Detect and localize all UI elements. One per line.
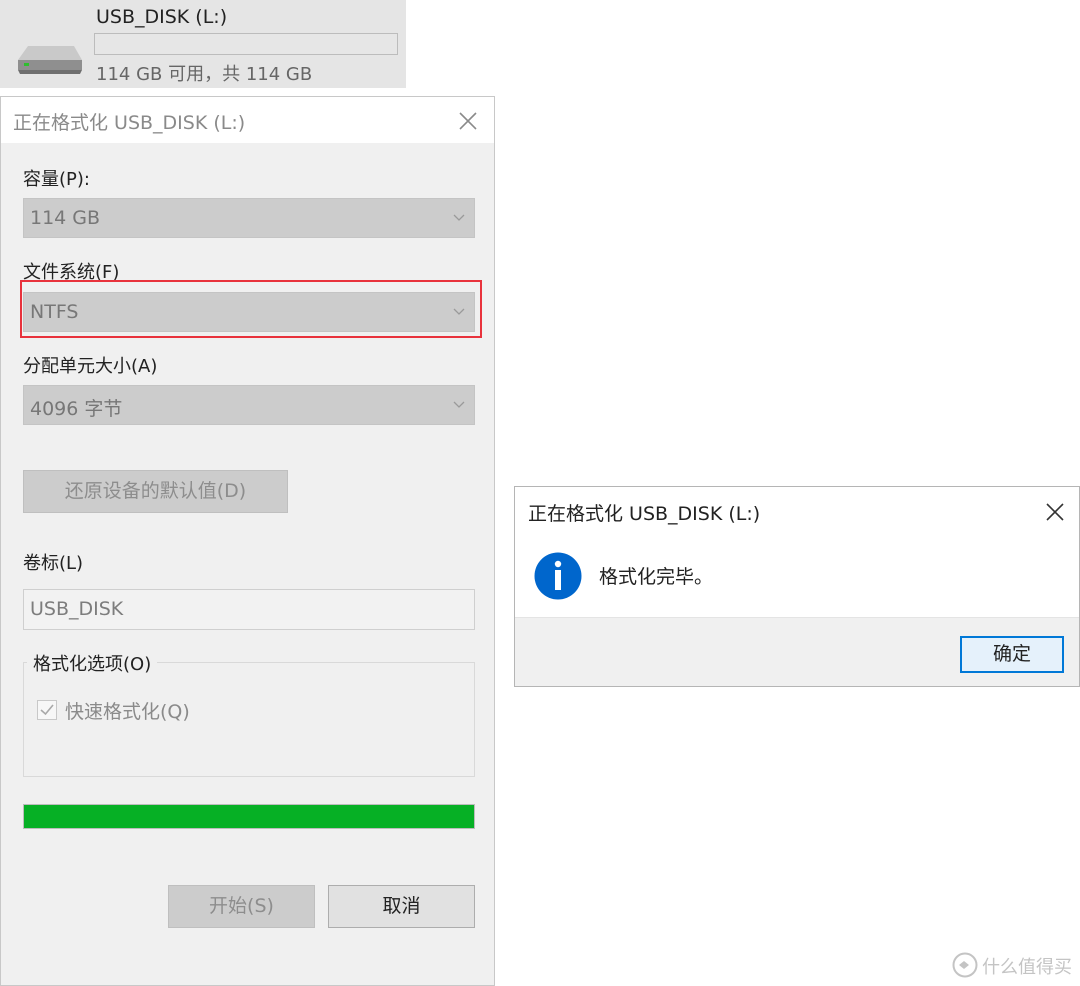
- volume-label-value: USB_DISK: [30, 598, 124, 620]
- cancel-button[interactable]: 取消: [328, 885, 475, 928]
- checkmark-icon: [40, 704, 54, 716]
- restore-defaults-button[interactable]: 还原设备的默认值(D): [23, 470, 288, 513]
- watermark-text: 什么值得买: [982, 957, 1072, 978]
- usb-drive-icon: [18, 46, 82, 74]
- info-icon: [534, 552, 582, 600]
- volume-label: 卷标(L): [23, 553, 84, 574]
- capacity-value: 114 GB: [30, 207, 101, 229]
- volume-label-input[interactable]: USB_DISK: [23, 589, 475, 630]
- start-button[interactable]: 开始(S): [168, 885, 315, 928]
- close-icon[interactable]: [1042, 499, 1068, 525]
- allocation-label: 分配单元大小(A): [23, 356, 158, 377]
- allocation-dropdown[interactable]: 4096 字节: [23, 385, 475, 425]
- drive-space-text: 114 GB 可用，共 114 GB: [96, 64, 313, 85]
- format-options-label: 格式化选项(O): [27, 650, 158, 676]
- chevron-down-icon: [453, 401, 465, 408]
- capacity-dropdown[interactable]: 114 GB: [23, 198, 475, 238]
- format-titlebar: 正在格式化 USB_DISK (L:): [1, 97, 494, 143]
- format-dialog: 正在格式化 USB_DISK (L:) 容量(P): 114 GB 文件系统(F…: [0, 96, 495, 986]
- drive-tile[interactable]: USB_DISK (L:) 114 GB 可用，共 114 GB: [0, 0, 406, 88]
- quick-format-checkbox[interactable]: [37, 700, 57, 720]
- drive-name: USB_DISK (L:): [96, 6, 228, 28]
- format-complete-dialog: 正在格式化 USB_DISK (L:) 格式化完毕。 确定: [514, 486, 1080, 687]
- watermark-logo-icon: [952, 952, 978, 978]
- capacity-label: 容量(P):: [23, 169, 90, 190]
- message-footer: 确定: [515, 617, 1079, 686]
- watermark: 什么值得买: [950, 950, 1076, 980]
- message-text: 格式化完毕。: [599, 566, 714, 588]
- close-icon[interactable]: [455, 108, 481, 134]
- filesystem-highlight-box: [20, 280, 482, 338]
- message-dialog-title: 正在格式化 USB_DISK (L:): [528, 503, 761, 525]
- quick-format-label: 快速格式化(Q): [65, 701, 190, 723]
- chevron-down-icon: [453, 214, 465, 221]
- format-progress-fill: [24, 805, 474, 828]
- allocation-value: 4096 字节: [30, 398, 123, 420]
- drive-usage-bar: [94, 33, 398, 55]
- ok-button[interactable]: 确定: [960, 636, 1064, 673]
- format-progress-bar: [23, 804, 475, 829]
- format-dialog-title: 正在格式化 USB_DISK (L:): [13, 112, 246, 134]
